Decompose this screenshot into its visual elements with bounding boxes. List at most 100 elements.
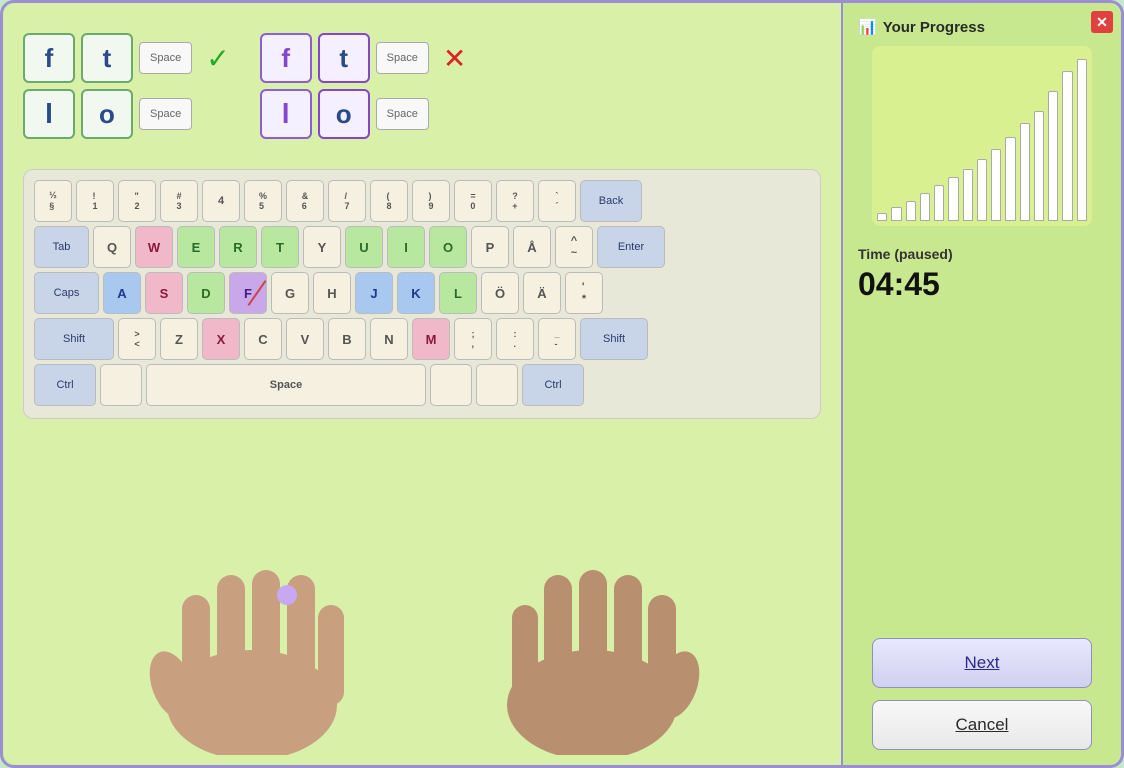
keyboard-row-bottom: Ctrl Space Ctrl bbox=[34, 364, 810, 406]
bar-3 bbox=[906, 201, 916, 221]
key-comma[interactable]: ;, bbox=[454, 318, 492, 360]
key-q[interactable]: Q bbox=[93, 226, 131, 268]
key-j[interactable]: J bbox=[355, 272, 393, 314]
key-l[interactable]: L bbox=[439, 272, 477, 314]
key-b[interactable]: B bbox=[328, 318, 366, 360]
key-period[interactable]: :. bbox=[496, 318, 534, 360]
key-o[interactable]: O bbox=[429, 226, 467, 268]
keyboard-row-zxcv: Shift >< Z X C V B N M ;, :. _- Shift bbox=[34, 318, 810, 360]
attempt-word-row2: l o Space bbox=[260, 89, 467, 139]
key-t[interactable]: T bbox=[261, 226, 299, 268]
key-u[interactable]: U bbox=[345, 226, 383, 268]
key-tab[interactable]: Tab bbox=[34, 226, 89, 268]
key-w[interactable]: W bbox=[135, 226, 173, 268]
key-minus[interactable]: _- bbox=[538, 318, 576, 360]
attempt-space-2: Space bbox=[376, 98, 429, 130]
next-button[interactable]: Next bbox=[872, 638, 1092, 688]
key-i[interactable]: I bbox=[387, 226, 425, 268]
key-d[interactable]: D bbox=[187, 272, 225, 314]
key-0[interactable]: =0 bbox=[454, 180, 492, 222]
attempt-letter-o: o bbox=[318, 89, 370, 139]
key-r[interactable]: R bbox=[219, 226, 257, 268]
cancel-button[interactable]: Cancel bbox=[872, 700, 1092, 750]
bar-1 bbox=[877, 213, 887, 221]
progress-chart bbox=[872, 46, 1092, 226]
key-k[interactable]: K bbox=[397, 272, 435, 314]
key-3[interactable]: #3 bbox=[160, 180, 198, 222]
bar-2 bbox=[891, 207, 901, 221]
bar-6 bbox=[948, 177, 958, 221]
correct-letter-o: o bbox=[81, 89, 133, 139]
bar-10 bbox=[1005, 137, 1015, 221]
key-backspace[interactable]: Back bbox=[580, 180, 642, 222]
correct-letter-t: t bbox=[81, 33, 133, 83]
progress-icon: 📊 bbox=[858, 18, 877, 36]
key-a-umlaut[interactable]: Ä bbox=[523, 272, 561, 314]
key-6[interactable]: &6 bbox=[286, 180, 324, 222]
key-shift-left[interactable]: Shift bbox=[34, 318, 114, 360]
key-o-umlaut[interactable]: Ö bbox=[481, 272, 519, 314]
key-shift-right[interactable]: Shift bbox=[580, 318, 648, 360]
finger-indicator-dot bbox=[277, 585, 297, 605]
key-angle[interactable]: >< bbox=[118, 318, 156, 360]
key-alt-right[interactable] bbox=[476, 364, 518, 406]
progress-title: 📊 Your Progress bbox=[858, 18, 985, 36]
key-backtick[interactable]: `´ bbox=[538, 180, 576, 222]
attempt-space-1: Space bbox=[376, 42, 429, 74]
bar-12 bbox=[1034, 111, 1044, 221]
key-f[interactable]: F bbox=[229, 272, 267, 314]
key-enter[interactable]: Enter bbox=[597, 226, 665, 268]
keyboard-row-qwerty: Tab Q W E R T Y U I O P Å ^~ Enter bbox=[34, 226, 810, 268]
main-container: ✕ f t Space ✓ l o Space bbox=[0, 0, 1124, 768]
key-7[interactable]: /7 bbox=[328, 180, 366, 222]
key-1[interactable]: !1 bbox=[76, 180, 114, 222]
correct-word-row2: l o Space bbox=[23, 89, 230, 139]
key-ctrl-left[interactable]: Ctrl bbox=[34, 364, 96, 406]
correct-letter-f: f bbox=[23, 33, 75, 83]
key-p[interactable]: P bbox=[471, 226, 509, 268]
key-h[interactable]: H bbox=[313, 272, 351, 314]
close-button[interactable]: ✕ bbox=[1091, 11, 1113, 33]
key-9[interactable]: )9 bbox=[412, 180, 450, 222]
left-panel: f t Space ✓ l o Space f t Space ✕ bbox=[3, 3, 841, 765]
bar-13 bbox=[1048, 91, 1058, 221]
key-2[interactable]: "2 bbox=[118, 180, 156, 222]
key-z[interactable]: Z bbox=[160, 318, 198, 360]
key-ctrl-right[interactable]: Ctrl bbox=[522, 364, 584, 406]
cross-mark: ✕ bbox=[443, 42, 466, 75]
key-n[interactable]: N bbox=[370, 318, 408, 360]
bar-7 bbox=[963, 169, 973, 221]
key-a[interactable]: A bbox=[103, 272, 141, 314]
key-8[interactable]: (8 bbox=[370, 180, 408, 222]
hands-area bbox=[23, 424, 821, 755]
key-s[interactable]: S bbox=[145, 272, 183, 314]
key-4[interactable]: 4 bbox=[202, 180, 240, 222]
key-c[interactable]: C bbox=[244, 318, 282, 360]
attempt-letter-f: f bbox=[260, 33, 312, 83]
key-win-right[interactable] bbox=[430, 364, 472, 406]
key-v[interactable]: V bbox=[286, 318, 324, 360]
key-space[interactable]: Space bbox=[146, 364, 426, 406]
key-win-left[interactable] bbox=[100, 364, 142, 406]
key-apostrophe[interactable]: '* bbox=[565, 272, 603, 314]
time-section: Time (paused) 04:45 bbox=[858, 246, 953, 303]
key-a-ring[interactable]: Å bbox=[513, 226, 551, 268]
check-mark: ✓ bbox=[206, 42, 229, 75]
hands-svg bbox=[62, 555, 782, 755]
bar-11 bbox=[1020, 123, 1030, 221]
key-half-section[interactable]: ½§ bbox=[34, 180, 72, 222]
key-g[interactable]: G bbox=[271, 272, 309, 314]
key-caps[interactable]: Caps bbox=[34, 272, 99, 314]
key-m[interactable]: M bbox=[412, 318, 450, 360]
key-e[interactable]: E bbox=[177, 226, 215, 268]
key-y[interactable]: Y bbox=[303, 226, 341, 268]
correct-word-row1: f t Space ✓ bbox=[23, 33, 230, 83]
key-caret[interactable]: ^~ bbox=[555, 226, 593, 268]
key-plus[interactable]: ?+ bbox=[496, 180, 534, 222]
key-5[interactable]: %5 bbox=[244, 180, 282, 222]
bar-15 bbox=[1077, 59, 1087, 221]
right-panel: 📊 Your Progress Time (paused) 04:45 Ne bbox=[841, 3, 1121, 765]
correct-letter-l: l bbox=[23, 89, 75, 139]
key-x[interactable]: X bbox=[202, 318, 240, 360]
keyboard-area: ½§ !1 "2 #3 4 %5 &6 /7 (8 )9 =0 ?+ `´ Ba… bbox=[23, 169, 821, 419]
